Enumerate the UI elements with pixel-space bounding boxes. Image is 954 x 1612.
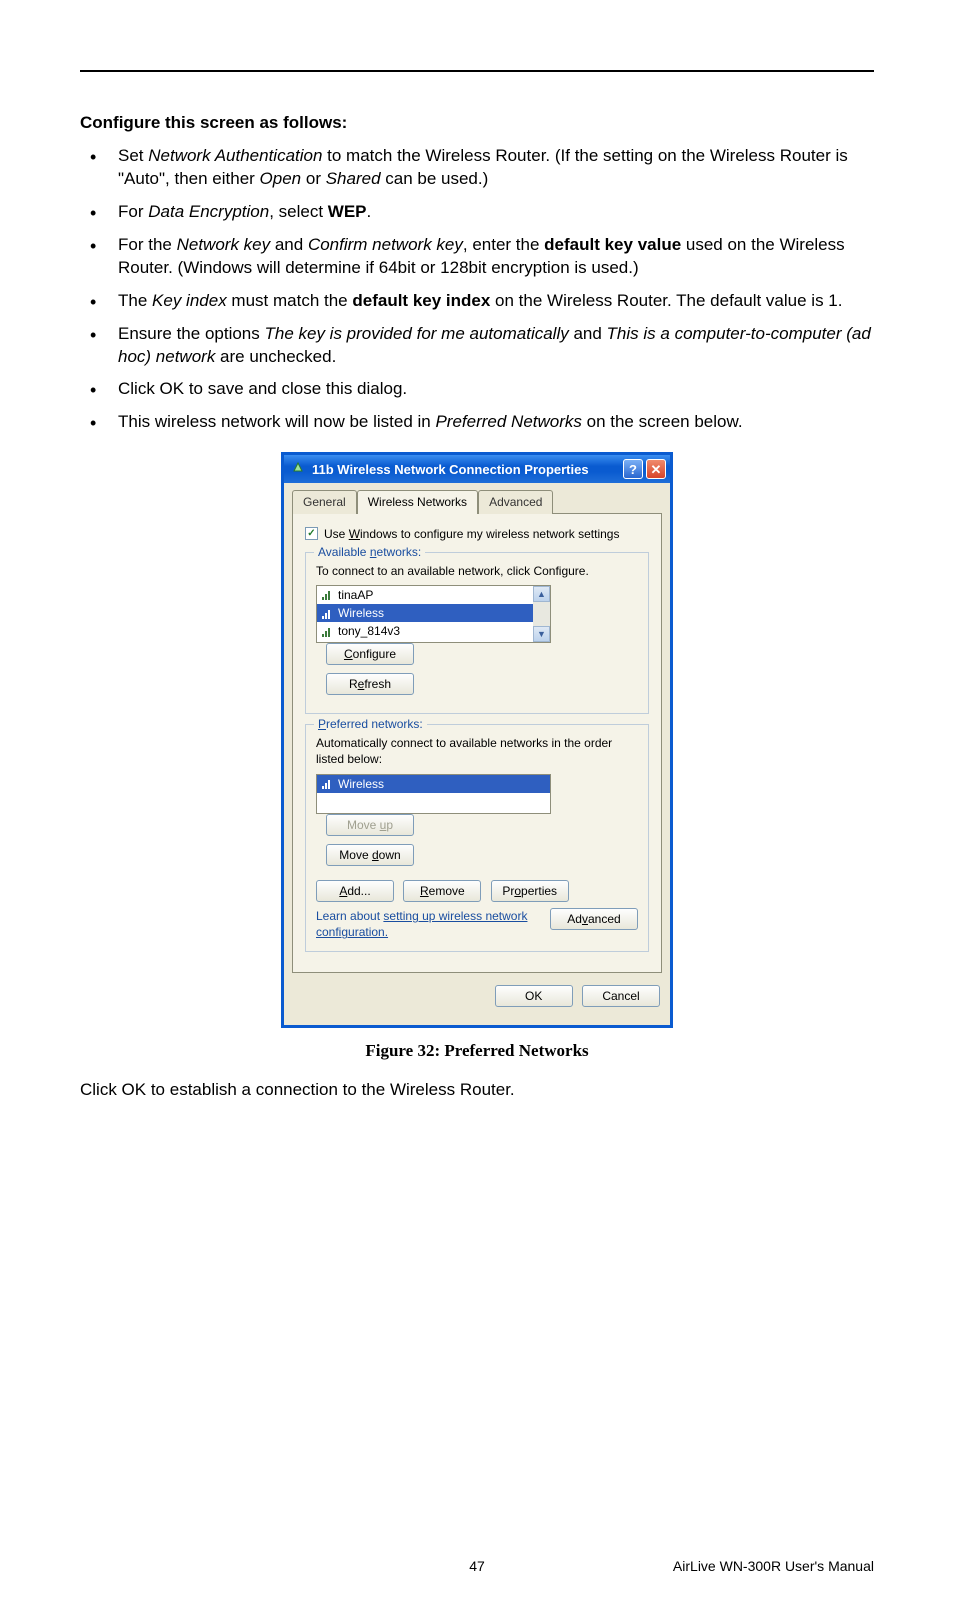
- text-bold: default key value: [544, 235, 681, 254]
- text-italic: Open: [260, 169, 302, 188]
- signal-icon: [321, 589, 332, 600]
- signal-icon: [321, 608, 332, 619]
- properties-dialog: 11b Wireless Network Connection Properti…: [281, 452, 673, 1027]
- text-italic: Key index: [152, 291, 227, 310]
- close-button[interactable]: ✕: [646, 459, 666, 479]
- text: , enter the: [463, 235, 544, 254]
- preferred-row-buttons: Add... Remove Properties: [316, 880, 638, 902]
- add-button[interactable]: Add...: [316, 880, 394, 902]
- network-name: Wireless: [338, 776, 384, 792]
- text-italic: The key is provided for me automatically: [264, 324, 568, 343]
- properties-button[interactable]: Properties: [491, 880, 569, 902]
- tab-general[interactable]: General: [292, 490, 357, 513]
- scroll-up-icon[interactable]: ▲: [533, 586, 550, 602]
- bullet-3: For the Network key and Confirm network …: [80, 234, 874, 280]
- wireless-icon: [290, 461, 306, 477]
- text: must match the: [227, 291, 353, 310]
- bullet-6: Click OK to save and close this dialog.: [80, 378, 874, 401]
- refresh-button[interactable]: Refresh: [326, 673, 414, 695]
- group-desc: To connect to an available network, clic…: [316, 563, 638, 579]
- ok-button[interactable]: OK: [495, 985, 573, 1007]
- text-bold: WEP: [328, 202, 367, 221]
- available-networks-group: Available networks: To connect to an ava…: [305, 552, 649, 715]
- list-item[interactable]: Wireless: [317, 604, 550, 622]
- text-bold: default key index: [352, 291, 490, 310]
- learn-row: Learn about setting up wireless networkc…: [316, 908, 638, 940]
- bullet-2: For Data Encryption, select WEP.: [80, 201, 874, 224]
- bullet-5: Ensure the options The key is provided f…: [80, 323, 874, 369]
- advanced-button[interactable]: Advanced: [550, 908, 638, 930]
- text: Set: [118, 146, 148, 165]
- text: and: [569, 324, 607, 343]
- instruction-list: Set Network Authentication to match the …: [80, 145, 874, 434]
- dialog-footer: OK Cancel: [284, 981, 670, 1025]
- tabpanel: ✓ Use Windows to configure my wireless n…: [292, 513, 662, 973]
- text: on the screen below.: [582, 412, 743, 431]
- text: can be used.): [381, 169, 489, 188]
- bullet-7: This wireless network will now be listed…: [80, 411, 874, 434]
- text: Ensure the options: [118, 324, 264, 343]
- scroll-down-icon[interactable]: ▼: [533, 626, 550, 642]
- signal-icon: [321, 626, 332, 637]
- header-rule: [80, 70, 874, 72]
- scrollbar[interactable]: ▲ ▼: [533, 586, 550, 642]
- text: This wireless network will now be listed…: [118, 412, 435, 431]
- move-up-button[interactable]: Move up: [326, 814, 414, 836]
- text-italic: Shared: [326, 169, 381, 188]
- text: or: [301, 169, 326, 188]
- configure-button[interactable]: Configure: [326, 643, 414, 665]
- text-italic: Network Authentication: [148, 146, 322, 165]
- figure-wrap: 11b Wireless Network Connection Properti…: [80, 452, 874, 1062]
- available-side-buttons: Configure Refresh: [326, 643, 416, 703]
- signal-icon: [321, 778, 332, 789]
- text: on the Wireless Router. The default valu…: [490, 291, 842, 310]
- after-text: Click OK to establish a connection to th…: [80, 1079, 874, 1102]
- network-name: tony_814v3: [338, 623, 400, 639]
- group-legend: Available networks:: [314, 544, 425, 560]
- bullet-1: Set Network Authentication to match the …: [80, 145, 874, 191]
- text-italic: Confirm network key: [308, 235, 463, 254]
- move-down-button[interactable]: Move down: [326, 844, 414, 866]
- list-item[interactable]: Wireless: [317, 775, 550, 793]
- available-listbox[interactable]: tinaAP Wireless tony_814v3 ▲ ▼: [316, 585, 551, 643]
- tab-wireless-networks[interactable]: Wireless Networks: [357, 490, 478, 513]
- checkbox-icon[interactable]: ✓: [305, 527, 318, 540]
- tab-advanced[interactable]: Advanced: [478, 490, 553, 513]
- page-footer: 47 AirLive WN-300R User's Manual: [80, 1557, 874, 1576]
- text: , select: [269, 202, 328, 221]
- text: are unchecked.: [215, 347, 336, 366]
- tabs: General Wireless Networks Advanced: [284, 483, 670, 512]
- figure-caption: Figure 32: Preferred Networks: [80, 1040, 874, 1063]
- text-italic: Preferred Networks: [435, 412, 581, 431]
- manual-title: AirLive WN-300R User's Manual: [673, 1557, 874, 1576]
- preferred-networks-group: Preferred networks: Automatically connec…: [305, 724, 649, 951]
- preferred-listbox[interactable]: Wireless: [316, 774, 551, 814]
- bullet-4: The Key index must match the default key…: [80, 290, 874, 313]
- text: The: [118, 291, 152, 310]
- text-italic: Network key: [177, 235, 271, 254]
- text: For: [118, 202, 148, 221]
- preferred-side-buttons: Move up Move down: [326, 814, 416, 874]
- text: and: [270, 235, 308, 254]
- intro-heading: Configure this screen as follows:: [80, 112, 874, 135]
- network-name: Wireless: [338, 605, 384, 621]
- group-desc: Automatically connect to available netwo…: [316, 735, 638, 767]
- list-item[interactable]: tinaAP: [317, 586, 550, 604]
- dialog-title: 11b Wireless Network Connection Properti…: [312, 461, 620, 479]
- help-button[interactable]: ?: [623, 459, 643, 479]
- cancel-button[interactable]: Cancel: [582, 985, 660, 1007]
- group-legend: Preferred networks:: [314, 716, 427, 732]
- page-number: 47: [469, 1557, 485, 1576]
- text-italic: Data Encryption: [148, 202, 269, 221]
- remove-button[interactable]: Remove: [403, 880, 481, 902]
- network-name: tinaAP: [338, 587, 373, 603]
- text: .: [367, 202, 372, 221]
- titlebar[interactable]: 11b Wireless Network Connection Properti…: [284, 455, 670, 483]
- learn-link[interactable]: Learn about setting up wireless networkc…: [316, 908, 527, 940]
- checkbox-label: Use Windows to configure my wireless net…: [324, 526, 619, 542]
- text: For the: [118, 235, 177, 254]
- list-item[interactable]: tony_814v3: [317, 622, 550, 640]
- use-windows-row[interactable]: ✓ Use Windows to configure my wireless n…: [305, 526, 649, 542]
